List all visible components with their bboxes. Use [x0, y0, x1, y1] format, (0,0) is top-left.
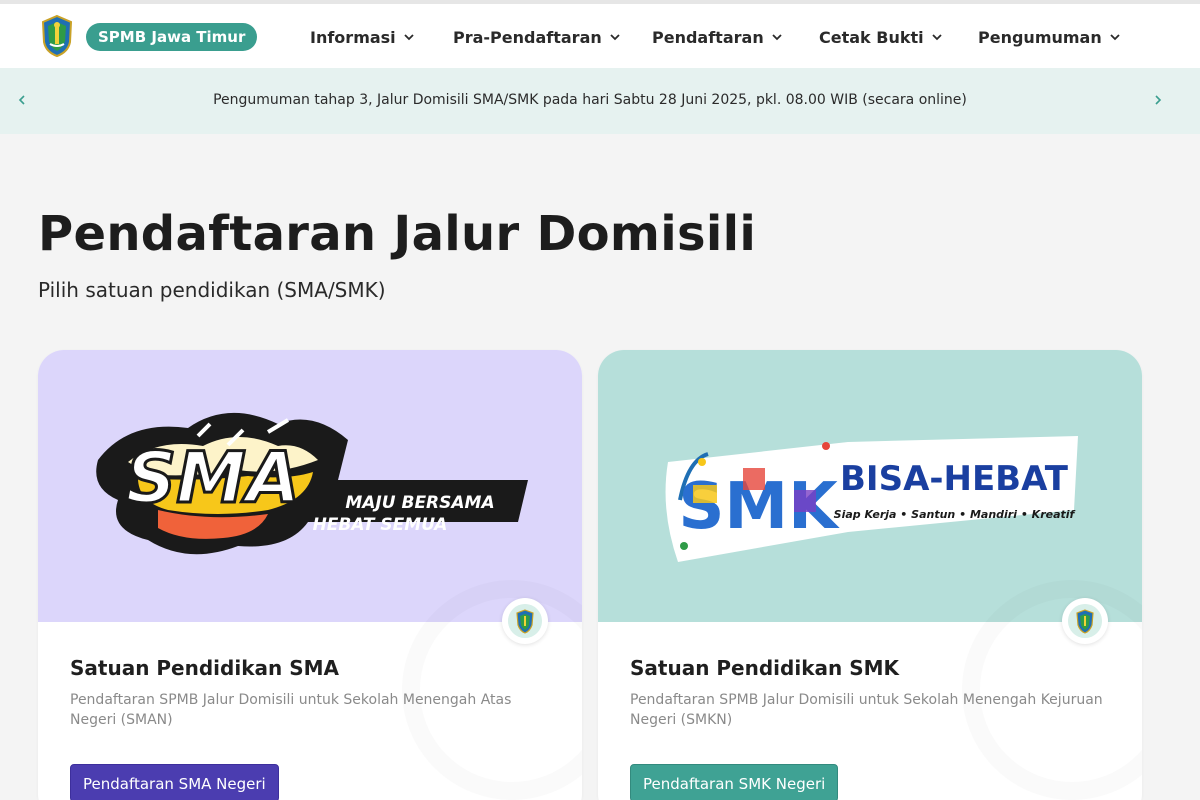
card-smk: SMK BISA-HEBAT Siap Kerja • Santun • Man…	[598, 350, 1142, 800]
announcement-text: Pengumuman tahap 3, Jalur Domisili SMA/S…	[213, 92, 967, 108]
sma-logo-text: SMA	[126, 437, 300, 519]
chevron-right-icon[interactable]	[1150, 90, 1166, 110]
chevron-left-icon[interactable]	[14, 90, 30, 110]
chevron-down-icon	[931, 34, 942, 41]
nav-label: Cetak Bukti	[819, 27, 924, 47]
announcement-bar: Pengumuman tahap 3, Jalur Domisili SMA/S…	[0, 68, 1200, 134]
register-sma-button[interactable]: Pendaftaran SMA Negeri	[70, 764, 279, 800]
site-header: SPMB Jawa Timur Informasi Pra-Pendaftara…	[0, 4, 1200, 68]
brand-badge[interactable]: SPMB Jawa Timur	[86, 23, 258, 51]
card-title: Satuan Pendidikan SMK	[630, 656, 900, 680]
card-emblem-badge	[502, 598, 548, 644]
card-emblem-badge	[1062, 598, 1108, 644]
nav-label: Informasi	[310, 27, 396, 47]
card-description: Pendaftaran SPMB Jalur Domisili untuk Se…	[70, 692, 512, 728]
smk-logo-line2: Siap Kerja • Santun • Mandiri • Kreatif	[834, 508, 1076, 521]
nav-label: Pra-Pendaftaran	[453, 27, 602, 47]
jawa-timur-emblem-icon	[508, 604, 542, 638]
card-title: Satuan Pendidikan SMA	[70, 656, 339, 680]
chevron-down-icon	[404, 34, 414, 41]
nav-cetak-bukti[interactable]: Cetak Bukti	[819, 24, 942, 50]
nav-informasi[interactable]: Informasi	[310, 24, 414, 50]
nav-label: Pengumuman	[978, 27, 1102, 47]
sma-logo-line1: MAJU BERSAMA	[345, 493, 494, 513]
card-sma: SMA MAJU BERSAMA HEBAT SEMUA Satuan Pend…	[38, 350, 582, 800]
sma-logo-line2: HEBAT SEMUA	[313, 515, 448, 535]
nav-label: Pendaftaran	[652, 27, 764, 47]
chevron-down-icon	[772, 34, 782, 41]
chevron-down-icon	[610, 34, 620, 41]
nav-pra-pendaftaran[interactable]: Pra-Pendaftaran	[453, 24, 620, 50]
jawa-timur-emblem-icon[interactable]	[40, 14, 74, 58]
chevron-down-icon	[1110, 34, 1120, 41]
page-title: Pendaftaran Jalur Domisili	[38, 206, 757, 262]
card-description: Pendaftaran SPMB Jalur Domisili untuk Se…	[630, 692, 1103, 728]
nav-pendaftaran[interactable]: Pendaftaran	[652, 24, 782, 50]
smk-logo-line1: BISA-HEBAT	[840, 459, 1069, 499]
page-subtitle: Pilih satuan pendidikan (SMA/SMK)	[38, 278, 386, 302]
nav-pengumuman[interactable]: Pengumuman	[978, 24, 1120, 50]
register-smk-button[interactable]: Pendaftaran SMK Negeri	[630, 764, 839, 800]
jawa-timur-emblem-icon	[1068, 604, 1102, 638]
